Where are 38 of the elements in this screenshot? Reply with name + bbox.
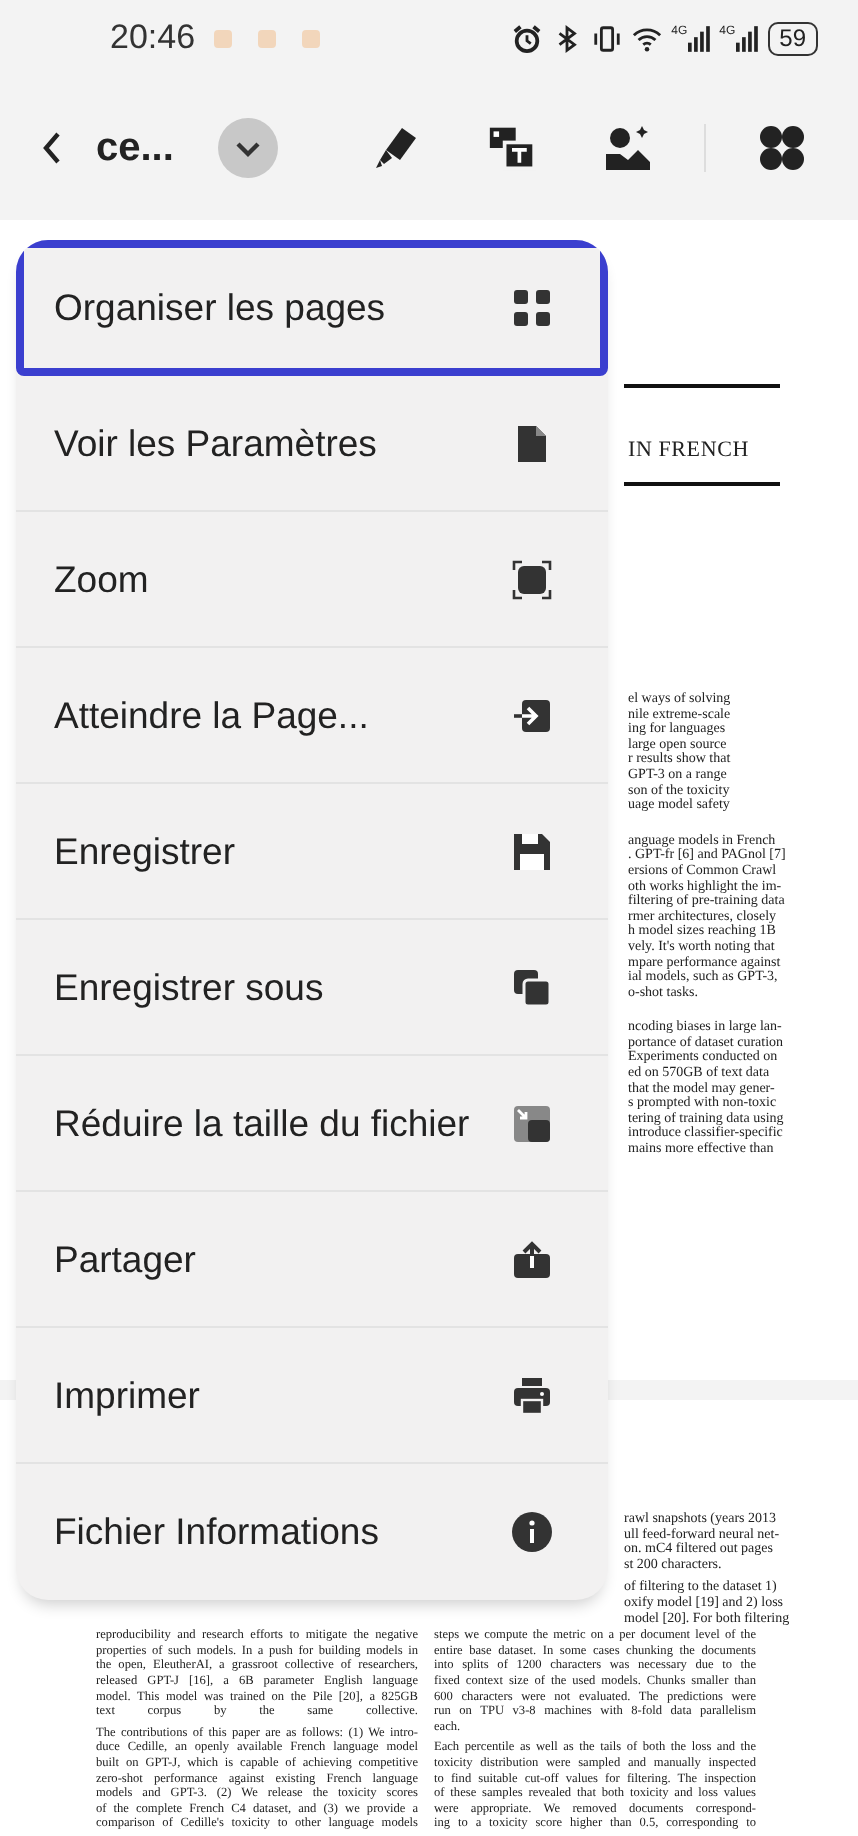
menu-item[interactable]: Fichier Informations — [16, 1464, 608, 1600]
grid-icon — [512, 288, 552, 328]
share-icon — [512, 1239, 552, 1279]
document-title: ce... — [96, 125, 174, 171]
status-time: 20:46 — [110, 18, 196, 58]
save-icon — [512, 831, 552, 871]
paper-title: IN FRENCH — [626, 436, 751, 466]
signal-icon — [687, 25, 710, 51]
menu-item[interactable]: Partager — [16, 1192, 608, 1328]
vibrate-icon — [591, 23, 622, 53]
notification-icon — [301, 29, 320, 47]
compress-icon — [512, 1103, 552, 1143]
apps-icon[interactable] — [758, 124, 806, 172]
enter-icon — [512, 695, 552, 735]
fit-screen-icon — [512, 559, 552, 599]
info-icon — [512, 1512, 552, 1552]
image-to-text-icon[interactable] — [488, 124, 536, 172]
wifi-icon — [631, 23, 662, 53]
menu-item[interactable]: Imprimer — [16, 1328, 608, 1464]
notification-icon — [213, 29, 232, 47]
dropdown-button[interactable] — [217, 118, 278, 178]
printer-icon — [512, 1375, 552, 1415]
copy-icon — [512, 967, 552, 1007]
signal-icon — [735, 25, 758, 51]
menu-item[interactable]: Voir les Paramètres — [16, 376, 608, 512]
notification-icon — [257, 29, 276, 47]
menu-item[interactable]: Réduire la taille du fichier — [16, 1056, 608, 1192]
menu-item[interactable]: Organiser les pages — [16, 240, 608, 376]
menu-item[interactable]: Enregistrer — [16, 784, 608, 920]
highlighter-icon[interactable] — [372, 124, 420, 172]
menu-item[interactable]: Atteindre la Page... — [16, 648, 608, 784]
alarm-icon — [511, 23, 542, 53]
menu-item[interactable]: Zoom — [16, 512, 608, 648]
back-icon[interactable] — [40, 128, 64, 168]
document-icon — [512, 423, 552, 463]
menu-item[interactable]: Enregistrer sous — [16, 920, 608, 1056]
battery-indicator: 59 — [767, 21, 818, 55]
image-edit-icon[interactable] — [604, 124, 652, 172]
